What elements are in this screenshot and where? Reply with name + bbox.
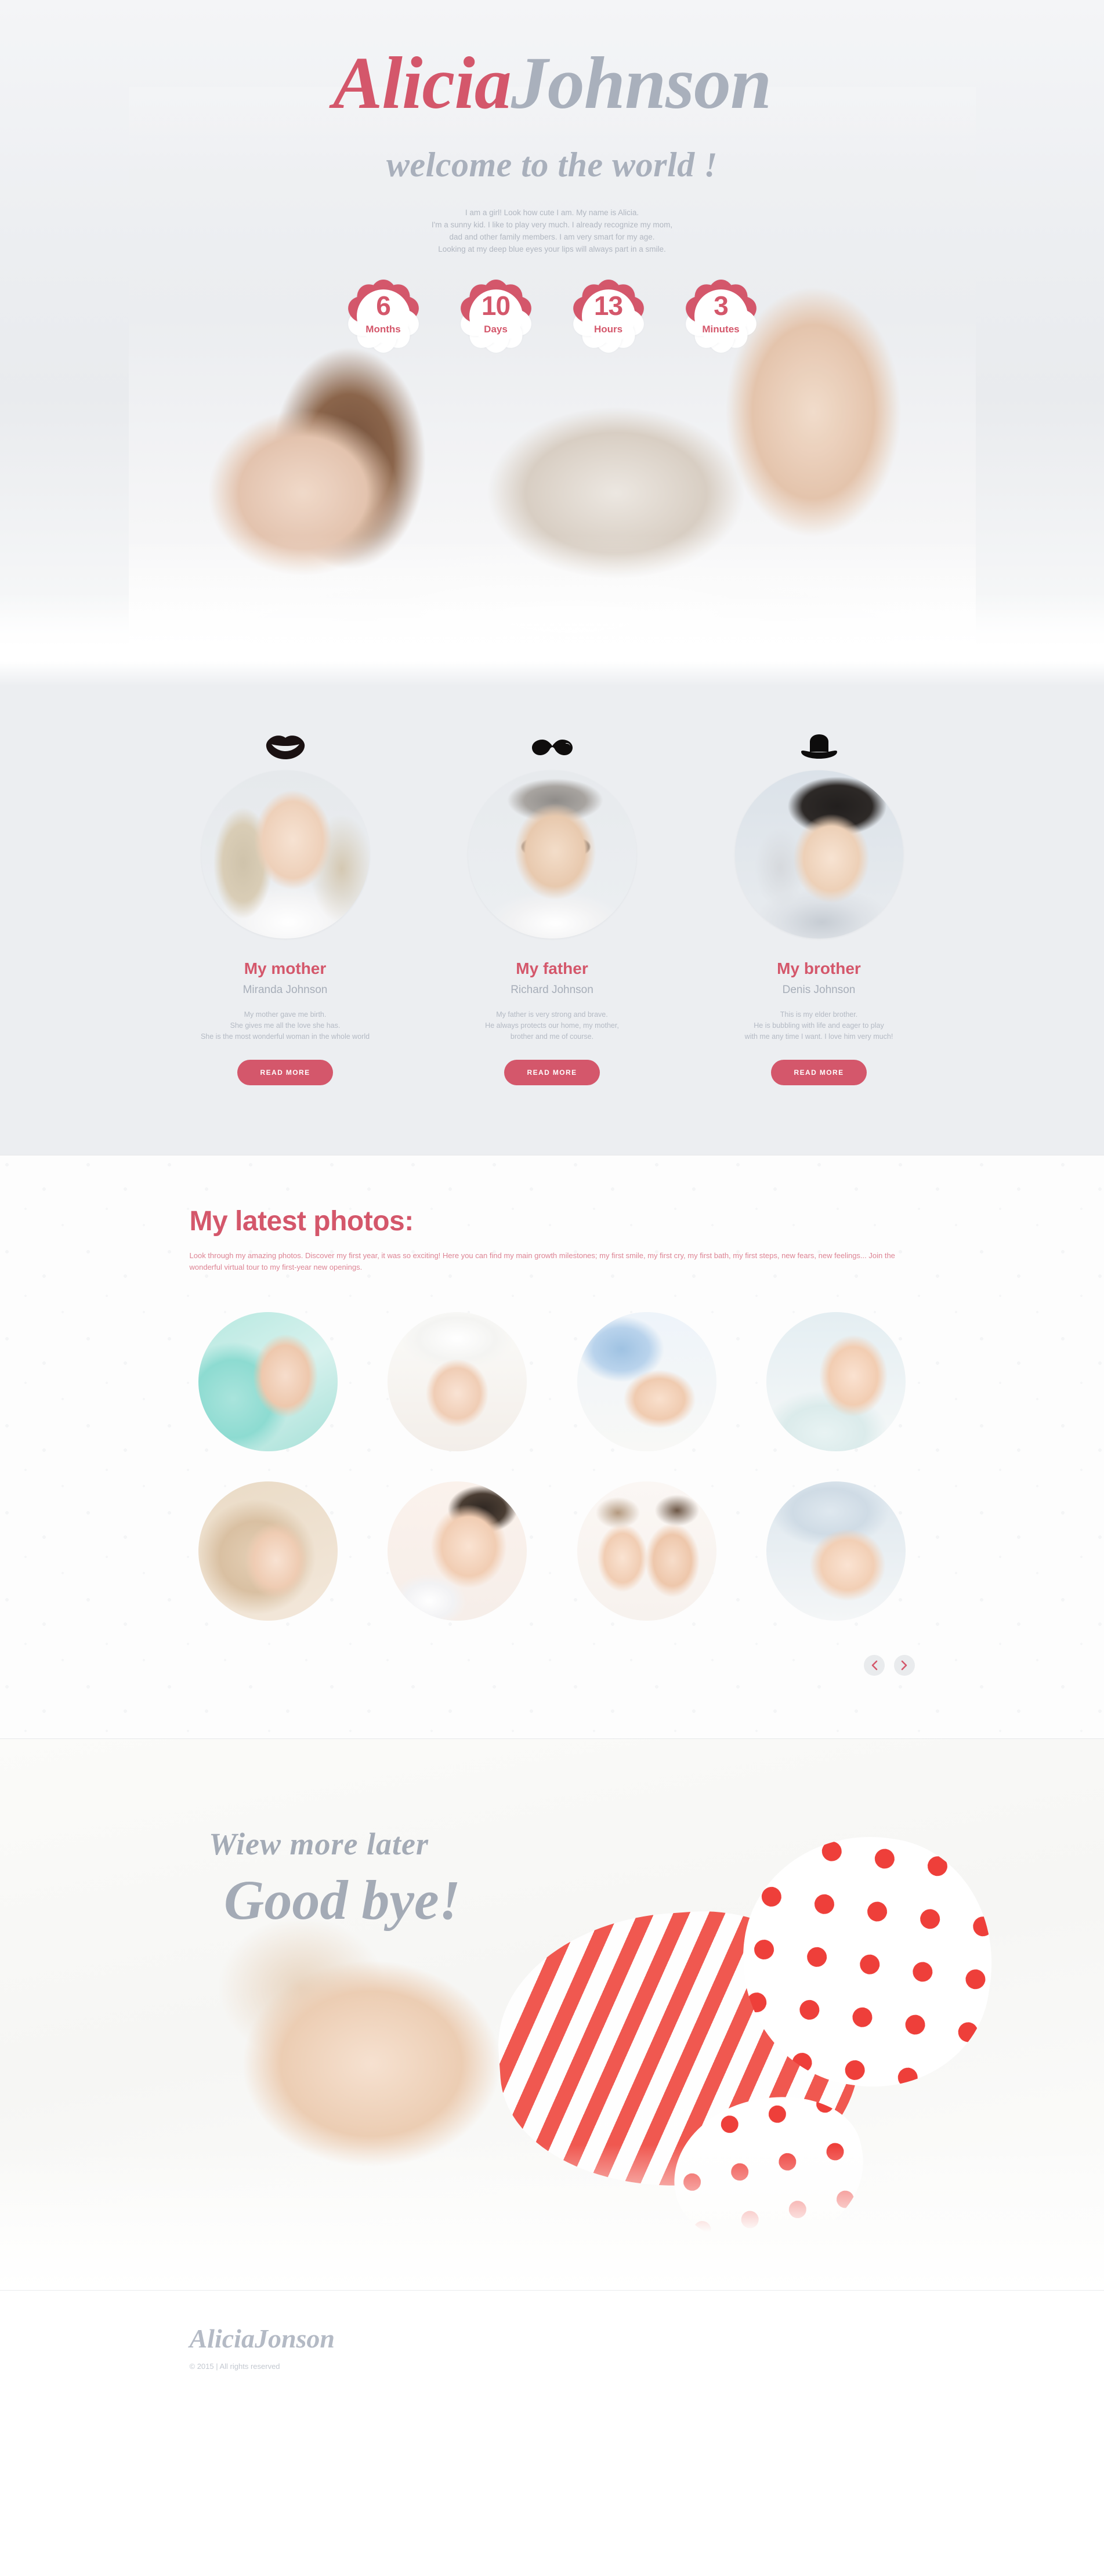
goodbye-line-2: Good bye! — [224, 1869, 461, 1931]
family-description: My father is very strong and brave. He a… — [444, 1009, 660, 1042]
bowler-hat-icon — [711, 719, 927, 760]
family-description-line: brother and me of course. — [510, 1032, 594, 1041]
countdown-label: Months — [365, 324, 401, 335]
family-name: Richard Johnson — [511, 984, 593, 996]
landing-page: AliciaJohnson welcome to the world ! I a… — [0, 0, 1104, 2408]
copyright-text: © 2015 | All rights reserved — [189, 2362, 280, 2371]
countdown-item-minutes: 3 Minutes — [682, 277, 760, 355]
family-description-line: This is my elder brother. — [780, 1010, 858, 1019]
family-card-mother: My mother Miranda Johnson My mother gave… — [178, 719, 393, 1085]
family-description-line: She gives me all the love she has. — [230, 1021, 341, 1030]
gallery-item — [379, 1473, 535, 1629]
family-role: My brother — [777, 959, 861, 977]
gallery-photo[interactable] — [388, 1481, 527, 1621]
countdown-value: 3 — [714, 291, 729, 321]
family-description-line: He is bubbling with life and eager to pl… — [754, 1021, 884, 1030]
chevron-right-icon — [900, 1660, 908, 1671]
gallery-item — [758, 1303, 914, 1460]
avatar[interactable] — [468, 770, 636, 939]
gallery-navigation — [190, 1655, 915, 1676]
family-card-brother: My brother Denis Johnson This is my elde… — [711, 719, 927, 1085]
gallery-item — [190, 1303, 346, 1460]
gallery-prev-button[interactable] — [863, 1655, 885, 1676]
hero-intro-line: I'm a sunny kid. I like to play very muc… — [431, 220, 673, 229]
gallery-photo[interactable] — [577, 1481, 716, 1621]
hero-intro-line: Looking at my deep blue eyes your lips w… — [438, 245, 666, 253]
countdown-value: 10 — [481, 291, 511, 321]
gallery-next-button[interactable] — [893, 1655, 915, 1676]
family-name: Denis Johnson — [782, 984, 856, 996]
hero-bottom-fade — [0, 592, 1104, 661]
hero-intro-line: I am a girl! Look how cute I am. My name… — [465, 208, 639, 217]
gallery-photo[interactable] — [766, 1312, 906, 1451]
countdown-timer: 6 Months 10 Days 13 Hours 3 Minutes — [0, 277, 1104, 355]
family-role: My father — [516, 959, 588, 977]
gallery-item — [569, 1303, 725, 1460]
gallery-item — [758, 1473, 914, 1629]
family-description: My mother gave me birth. She gives me al… — [178, 1009, 393, 1042]
gallery-photo[interactable] — [198, 1312, 338, 1451]
countdown-value: 6 — [376, 291, 391, 321]
gallery-item — [569, 1473, 725, 1629]
family-section: My mother Miranda Johnson My mother gave… — [0, 661, 1104, 1155]
family-name: Miranda Johnson — [242, 984, 328, 996]
gallery-photo[interactable] — [577, 1312, 716, 1451]
lips-icon — [178, 719, 393, 760]
goodbye-line-1: Wiew more later — [209, 1827, 429, 1861]
gallery-description: Look through my amazing photos. Discover… — [189, 1251, 895, 1271]
hero-intro-text: I am a girl! Look how cute I am. My name… — [0, 206, 1104, 255]
countdown-item-months: 6 Months — [344, 277, 422, 355]
countdown-label: Hours — [593, 324, 623, 335]
family-description-line: My father is very strong and brave. — [496, 1010, 608, 1019]
title-first-name: Alicia — [332, 42, 512, 124]
read-more-button[interactable]: READ MORE — [504, 1060, 600, 1085]
family-description: This is my elder brother. He is bubbling… — [711, 1009, 927, 1042]
chevron-left-icon — [870, 1660, 878, 1671]
family-description-line: My mother gave me birth. — [244, 1010, 327, 1019]
page-footer: AliciaJonson © 2015 | All rights reserve… — [0, 2290, 1104, 2408]
goodbye-bottom-fade — [0, 2145, 1104, 2290]
countdown-item-hours: 13 Hours — [569, 277, 647, 355]
family-description-line: She is the most wonderful woman in the w… — [200, 1032, 370, 1041]
goodbye-text: Wiew more later Good bye! — [209, 1826, 461, 1932]
gallery-photo[interactable] — [766, 1481, 906, 1621]
read-more-button[interactable]: READ MORE — [770, 1060, 867, 1085]
countdown-label: Days — [484, 324, 508, 335]
countdown-label: Minutes — [702, 324, 740, 335]
title-last-name: Johnson — [511, 42, 772, 124]
gallery-heading: My latest photos: — [189, 1206, 414, 1237]
countdown-item-days: 10 Days — [457, 277, 535, 355]
gallery-section: My latest photos: Look through my amazin… — [0, 1155, 1104, 1739]
hero-subtitle: welcome to the world ! — [386, 146, 718, 184]
read-more-button[interactable]: READ MORE — [237, 1060, 334, 1085]
family-card-father: My father Richard Johnson My father is v… — [444, 719, 660, 1085]
gallery-grid — [190, 1303, 915, 1629]
family-description-line: with me any time I want. I love him very… — [744, 1032, 893, 1041]
page-title: AliciaJohnson — [0, 45, 1104, 121]
gallery-photo[interactable] — [198, 1481, 338, 1621]
countdown-value: 13 — [593, 291, 623, 321]
family-description-line: He always protects our home, my mother, — [485, 1021, 619, 1030]
goodbye-section: Wiew more later Good bye! — [0, 1739, 1104, 2290]
hero-intro-line: dad and other family members. I am very … — [449, 233, 655, 241]
hero-section: AliciaJohnson welcome to the world ! I a… — [0, 0, 1104, 661]
footer-logo[interactable]: AliciaJonson — [190, 2323, 915, 2354]
avatar[interactable] — [734, 770, 903, 939]
avatar[interactable] — [201, 770, 370, 939]
family-role: My mother — [244, 959, 327, 977]
mustache-icon — [444, 719, 660, 760]
gallery-photo[interactable] — [388, 1312, 527, 1451]
gallery-item — [379, 1303, 535, 1460]
gallery-item — [190, 1473, 346, 1629]
